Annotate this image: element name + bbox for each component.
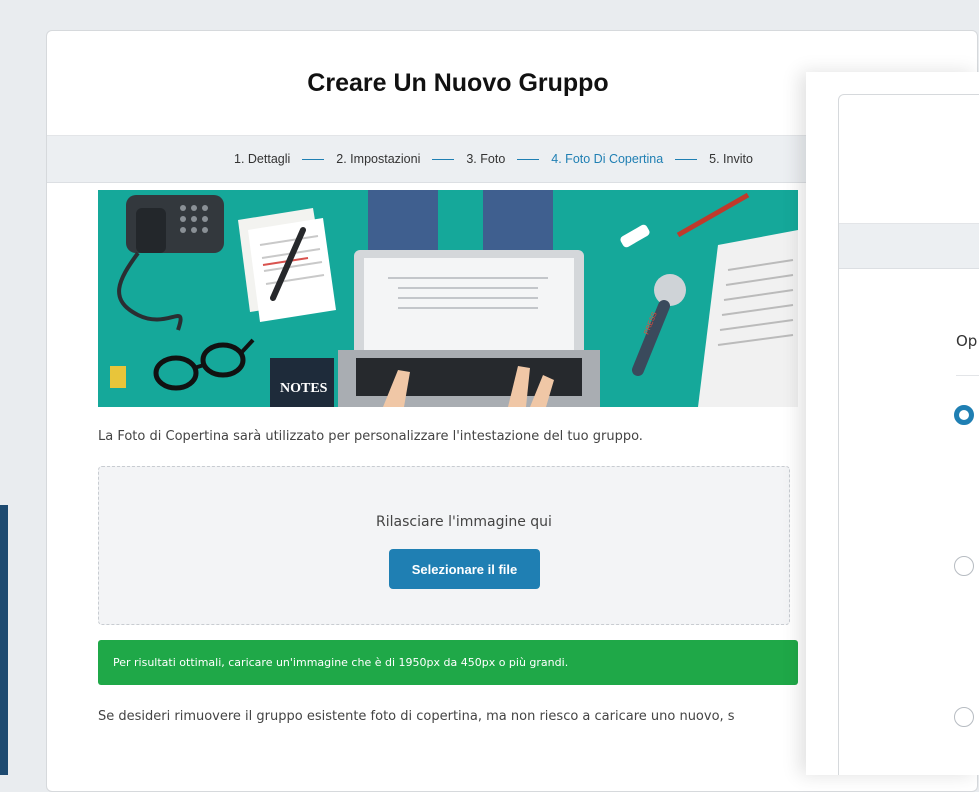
size-tip-alert: Per risultati ottimali, caricare un'imma…	[98, 640, 798, 685]
radio-option-3[interactable]	[954, 707, 974, 727]
radio-option-2[interactable]	[954, 556, 974, 576]
cover-photo-preview: NOTES PRESS	[98, 190, 798, 407]
overlay-card	[838, 94, 979, 775]
main-content: NOTES PRESS La Foto di Copertina sarà ut…	[98, 190, 878, 724]
step-invito[interactable]: 5. Invito	[709, 152, 753, 166]
overlay-divider	[956, 375, 979, 376]
image-dropzone[interactable]: Rilasciare l'immagine qui Selezionare il…	[98, 466, 790, 625]
step-dettagli[interactable]: 1. Dettagli	[234, 152, 290, 166]
sharpener-icon	[110, 366, 126, 388]
notebook-icon: NOTES	[270, 358, 334, 407]
step-separator	[302, 158, 325, 160]
papers-icon	[238, 208, 336, 322]
step-separator	[517, 158, 540, 160]
step-separator	[432, 158, 455, 160]
background-edge	[0, 505, 8, 775]
step-foto[interactable]: 3. Foto	[466, 152, 505, 166]
overlay-card-header	[839, 95, 979, 224]
step-separator	[675, 158, 698, 160]
page-title: Creare Un Nuovo Gruppo	[307, 68, 609, 97]
cover-description: La Foto di Copertina sarà utilizzato per…	[98, 429, 643, 444]
overlay-steps-bar	[839, 224, 979, 269]
radio-option-1[interactable]	[954, 405, 974, 425]
remove-cover-text: Se desideri rimuovere il gruppo esistent…	[98, 709, 735, 724]
select-file-button[interactable]: Selezionare il file	[389, 549, 540, 589]
laptop-icon	[338, 250, 600, 407]
step-impostazioni[interactable]: 2. Impostazioni	[336, 152, 420, 166]
dropzone-text: Rilasciare l'immagine qui	[376, 514, 552, 530]
step-foto-di-copertina[interactable]: 4. Foto Di Copertina	[551, 152, 663, 166]
overlapping-window: Op	[806, 72, 979, 775]
overlay-options-label: Op	[956, 332, 978, 350]
svg-text:NOTES: NOTES	[280, 381, 328, 396]
